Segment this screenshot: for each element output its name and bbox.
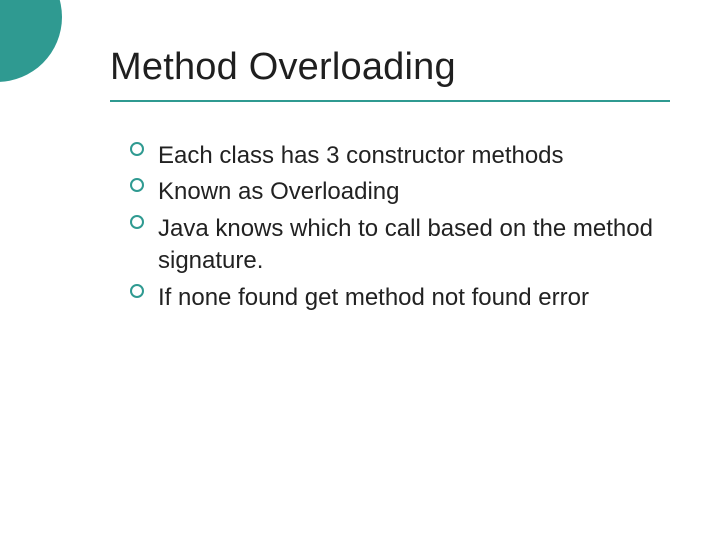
list-item: Known as Overloading xyxy=(130,176,670,208)
list-item: If none found get method not found error xyxy=(130,282,670,314)
bullet-text: If none found get method not found error xyxy=(158,284,589,311)
bullet-text: Each class has 3 constructor methods xyxy=(158,142,564,169)
bullet-icon xyxy=(130,142,144,156)
slide-title: Method Overloading xyxy=(110,46,456,89)
bullet-icon xyxy=(130,284,144,298)
list-item: Each class has 3 constructor methods xyxy=(130,140,670,172)
title-underline xyxy=(110,100,670,102)
bullet-icon xyxy=(130,215,144,229)
bullet-list: Each class has 3 constructor methods Kno… xyxy=(130,140,670,318)
corner-circle-decoration xyxy=(0,0,62,82)
bullet-icon xyxy=(130,178,144,192)
list-item: Java knows which to call based on the me… xyxy=(130,213,670,278)
bullet-text: Known as Overloading xyxy=(158,178,399,205)
bullet-text: Java knows which to call based on the me… xyxy=(158,215,653,274)
